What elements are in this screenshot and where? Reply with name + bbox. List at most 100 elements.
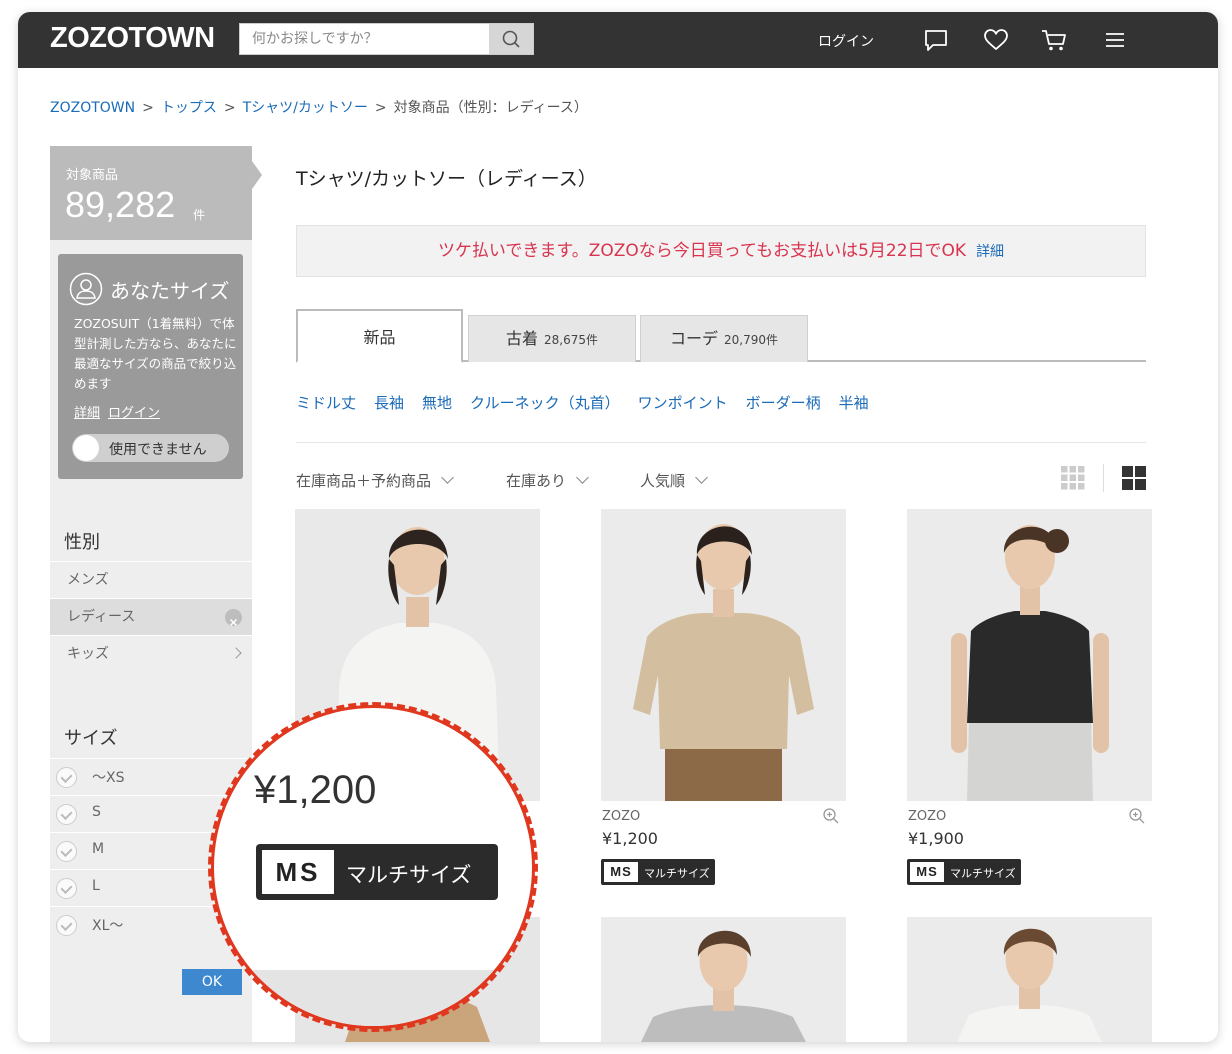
multi-size-label: マルチサイズ (644, 867, 710, 880)
gender-heading: 性別 (64, 532, 100, 553)
dropdown-label: 在庫商品＋予約商品 (296, 472, 432, 490)
magnified-ms-label: MS (262, 850, 334, 894)
zoom-icon[interactable] (822, 807, 840, 825)
tab-new[interactable]: 新品 (296, 309, 463, 363)
tab-label: 新品 (363, 328, 396, 347)
product-price: ¥1,900 (908, 829, 964, 848)
menu-icon[interactable] (1101, 26, 1129, 54)
your-size-panel: あなたサイズ ZOZOSUIT（1着無料）で体型計測した方なら、あなたに最適なサ… (58, 254, 243, 479)
ms-label: MS (910, 862, 944, 882)
magnifier-callout: ¥1,200 MS マルチサイズ (214, 708, 532, 1026)
breadcrumb-home[interactable]: ZOZOTOWN (50, 100, 135, 116)
tag-link[interactable]: クルーネック（丸首） (470, 394, 620, 412)
size-option-label: S (92, 804, 101, 820)
heart-icon[interactable] (982, 26, 1010, 54)
dropdown-label: 在庫あり (506, 472, 567, 490)
gender-item-mens[interactable]: メンズ (50, 561, 252, 598)
chevron-right-icon (230, 647, 242, 659)
count-arrow (252, 161, 262, 189)
browser-frame: ZOZOTOWN ログイン Z (18, 12, 1218, 1042)
check-icon (56, 915, 77, 936)
gender-item-kids[interactable]: キッズ (50, 635, 252, 672)
tab-count: 20,790件 (724, 333, 778, 347)
size-option-label: XL〜 (92, 918, 124, 934)
result-count-label: 対象商品 (66, 168, 119, 183)
shirt-shape (633, 613, 814, 749)
view-toggle-divider (1103, 464, 1104, 492)
message-icon[interactable] (922, 26, 950, 54)
grid-small-view-icon[interactable] (1061, 466, 1085, 490)
cart-icon[interactable] (1040, 26, 1068, 54)
model-photo (907, 917, 1152, 1042)
shirt-shape (967, 611, 1093, 723)
tab-used[interactable]: 古着 28,675件 (468, 315, 636, 362)
multi-size-badge: MS マルチサイズ (907, 859, 1021, 885)
breadcrumb-current: 対象商品（性別：レディース） (393, 100, 588, 116)
magnified-price: ¥1,200 (254, 768, 377, 812)
gender-label: レディース (67, 609, 136, 625)
model-photo (601, 509, 846, 801)
result-count-box: 対象商品 89,282 件 (50, 146, 252, 240)
magnified-image-edge (214, 970, 532, 1026)
product-brand[interactable]: ZOZO (602, 809, 640, 824)
product-image[interactable] (907, 917, 1152, 1042)
chevron-down-icon (576, 471, 589, 484)
tag-link[interactable]: 半袖 (839, 394, 869, 412)
your-size-detail-link[interactable]: 詳細 (74, 406, 100, 421)
product-price: ¥1,200 (602, 829, 658, 848)
your-size-login-link[interactable]: ログイン (108, 406, 160, 421)
toggle-label: 使用できません (109, 442, 207, 458)
person-icon (69, 272, 103, 306)
tag-link[interactable]: ミドル丈 (296, 394, 356, 412)
search-input[interactable] (240, 24, 490, 54)
stock-type-dropdown[interactable]: 在庫商品＋予約商品 (296, 470, 454, 491)
stock-dropdown[interactable]: 在庫あり (506, 470, 589, 491)
ms-label: MS (604, 862, 638, 882)
product-image[interactable] (907, 509, 1152, 801)
tag-link[interactable]: 無地 (422, 394, 452, 412)
size-option-xs[interactable]: 〜XS (50, 758, 252, 795)
product-image[interactable] (601, 509, 846, 801)
notice-detail-link[interactable]: 詳細 (976, 244, 1004, 260)
tag-link[interactable]: 長袖 (374, 394, 404, 412)
size-heading: サイズ (64, 728, 118, 749)
gender-label: メンズ (67, 572, 109, 588)
tab-label: 古着 (505, 329, 538, 348)
tab-coordinate[interactable]: コーデ 20,790件 (640, 315, 808, 362)
multi-size-badge: MS マルチサイズ (601, 859, 715, 885)
gender-item-ladies[interactable]: レディース (50, 598, 252, 635)
model-photo (907, 509, 1152, 801)
tag-link[interactable]: ボーダー柄 (746, 394, 821, 412)
product-image[interactable] (601, 917, 846, 1042)
zozotown-logo[interactable]: ZOZOTOWN (50, 22, 215, 55)
check-icon (56, 767, 77, 788)
gender-label: キッズ (67, 646, 109, 662)
clear-filter-icon[interactable] (225, 609, 242, 627)
payment-notice: ツケ払いできます。ZOZOなら今日買ってもお支払いは5月22日でOK 詳細 (296, 225, 1146, 277)
size-option-label: M (92, 841, 105, 857)
page-title: Tシャツ/カットソー（レディース） (296, 168, 597, 190)
search-icon (502, 30, 520, 48)
breadcrumb-tshirts[interactable]: Tシャツ/カットソー (243, 100, 368, 116)
pants-shape (967, 719, 1093, 801)
toggle-knob (73, 435, 99, 461)
zoom-icon[interactable] (1128, 807, 1146, 825)
sort-order-dropdown[interactable]: 人気順 (640, 470, 708, 491)
product-brand[interactable]: ZOZO (908, 809, 946, 824)
breadcrumb-separator: > (223, 100, 236, 116)
search-button[interactable] (489, 24, 533, 54)
grid-large-view-icon[interactable] (1122, 466, 1146, 490)
breadcrumb-tops[interactable]: トップス (161, 100, 217, 116)
your-size-toggle[interactable]: 使用できません (72, 434, 229, 462)
size-option-label: L (92, 878, 100, 894)
model-photo (601, 917, 846, 1042)
login-link[interactable]: ログイン (818, 31, 874, 51)
check-icon (56, 841, 77, 862)
check-icon (56, 804, 77, 825)
tag-link[interactable]: ワンポイント (638, 394, 728, 412)
dropdown-label: 人気順 (640, 472, 686, 490)
size-option-label: 〜XS (92, 770, 125, 786)
check-icon (56, 878, 77, 899)
magnified-multi-size-label: マルチサイズ (346, 863, 472, 887)
price-type-heading: 価格タイプ (62, 1038, 152, 1042)
